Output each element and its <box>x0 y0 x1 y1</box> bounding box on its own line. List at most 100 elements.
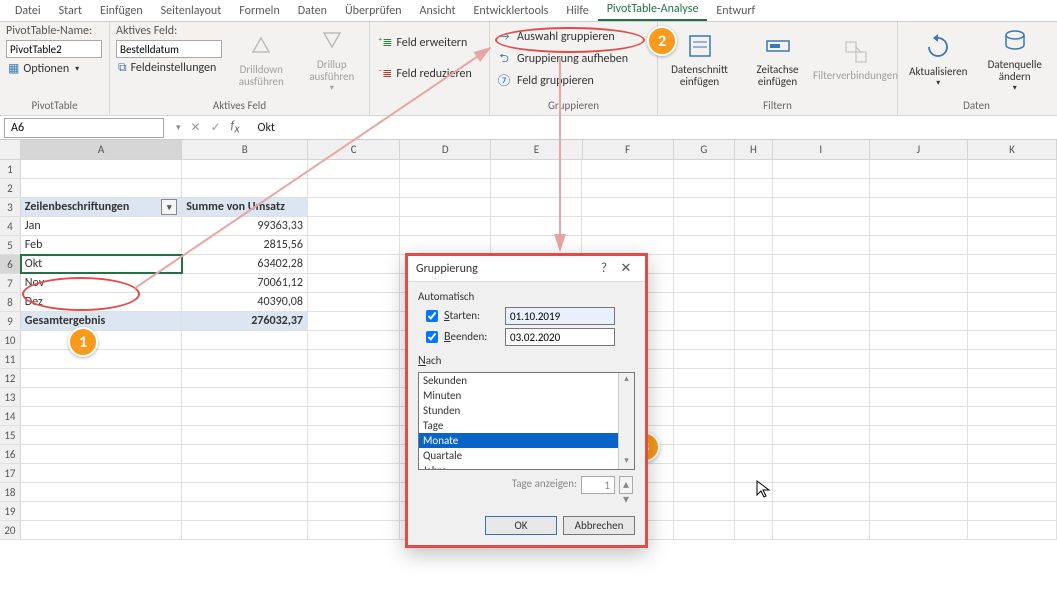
cell[interactable] <box>308 331 400 349</box>
cell[interactable] <box>400 217 491 235</box>
cell[interactable] <box>870 445 968 463</box>
row-header[interactable]: 7 <box>0 274 21 292</box>
cell[interactable] <box>968 464 1057 482</box>
cell[interactable] <box>308 198 400 216</box>
cell[interactable] <box>968 350 1057 368</box>
cell[interactable] <box>491 160 582 178</box>
cell[interactable] <box>674 293 735 311</box>
cell[interactable] <box>735 198 773 216</box>
cell[interactable] <box>674 426 735 444</box>
col-header-G[interactable]: G <box>674 140 735 159</box>
cell[interactable]: 40390,08 <box>182 293 308 311</box>
tab-formeln[interactable]: Formeln <box>230 1 288 21</box>
cell[interactable] <box>21 483 182 501</box>
insert-timeline-button[interactable]: Zeitachse einfügen <box>743 24 813 94</box>
cell[interactable] <box>674 198 735 216</box>
cell[interactable] <box>870 236 968 254</box>
cell[interactable] <box>308 236 400 254</box>
cell[interactable] <box>308 350 400 368</box>
col-header-H[interactable]: H <box>735 140 773 159</box>
cell[interactable] <box>773 312 870 330</box>
cell[interactable] <box>968 179 1057 197</box>
start-checkbox[interactable] <box>426 310 438 322</box>
unit-option[interactable]: Sekunden <box>419 373 634 388</box>
cell[interactable] <box>968 217 1057 235</box>
cell[interactable] <box>968 445 1057 463</box>
cell[interactable] <box>182 521 308 539</box>
cell[interactable]: 70061,12 <box>182 274 308 292</box>
pt-name-input[interactable] <box>6 40 102 58</box>
cell[interactable] <box>773 502 870 520</box>
row-header[interactable]: 3 <box>0 198 21 216</box>
cell[interactable] <box>21 502 182 520</box>
cell[interactable] <box>735 255 773 273</box>
enter-formula-icon[interactable]: ✓ <box>211 120 221 135</box>
cell[interactable] <box>491 198 582 216</box>
unit-option[interactable]: Minuten <box>419 388 634 403</box>
tab-einfuegen[interactable]: Einfügen <box>91 1 152 21</box>
cell[interactable] <box>182 502 308 520</box>
cell[interactable] <box>870 502 968 520</box>
cell[interactable] <box>773 274 870 292</box>
cell[interactable] <box>674 179 735 197</box>
row-header[interactable]: 14 <box>0 407 21 425</box>
row-header[interactable]: 4 <box>0 217 21 235</box>
cell[interactable] <box>735 160 773 178</box>
cell[interactable] <box>773 179 870 197</box>
cell[interactable] <box>674 160 735 178</box>
tab-daten[interactable]: Daten <box>289 1 336 21</box>
row-header[interactable]: 18 <box>0 483 21 501</box>
cell[interactable]: Summe von Umsatz <box>182 198 308 216</box>
cell[interactable] <box>21 331 182 349</box>
cell[interactable]: 2815,56 <box>182 236 308 254</box>
cell[interactable] <box>870 464 968 482</box>
cell[interactable] <box>773 407 870 425</box>
cell[interactable] <box>308 502 400 520</box>
cell[interactable] <box>582 160 673 178</box>
col-header-F[interactable]: F <box>583 140 674 159</box>
cancel-button[interactable]: Abbrechen <box>563 516 635 535</box>
units-listbox[interactable]: SekundenMinutenStundenTageMonateQuartale… <box>418 372 635 470</box>
cell[interactable] <box>735 350 773 368</box>
cell[interactable] <box>674 236 735 254</box>
cell[interactable] <box>968 426 1057 444</box>
cell[interactable] <box>182 464 308 482</box>
cell[interactable] <box>21 160 182 178</box>
cell[interactable] <box>182 160 308 178</box>
fx-icon[interactable]: fx <box>231 119 240 136</box>
row-header[interactable]: 2 <box>0 179 21 197</box>
cell[interactable] <box>308 255 400 273</box>
ok-button[interactable]: OK <box>485 516 557 535</box>
row-header[interactable]: 17 <box>0 464 21 482</box>
col-header-E[interactable]: E <box>491 140 582 159</box>
cell[interactable] <box>21 426 182 444</box>
cell[interactable] <box>182 483 308 501</box>
formula-value[interactable]: Okt <box>248 121 275 135</box>
cell[interactable]: Zeilenbeschriftungen▾ <box>21 198 182 216</box>
refresh-button[interactable]: Aktualisieren▾ <box>904 24 973 94</box>
unit-option[interactable]: Quartale <box>419 448 634 463</box>
cell[interactable] <box>182 331 308 349</box>
cell[interactable] <box>182 369 308 387</box>
cell[interactable] <box>968 521 1057 539</box>
cell[interactable] <box>308 388 400 406</box>
row-header[interactable]: 12 <box>0 369 21 387</box>
cell[interactable] <box>491 236 582 254</box>
cell[interactable] <box>582 198 673 216</box>
tab-pivottable-analyse[interactable]: PivotTable-Analyse <box>598 0 708 21</box>
cell[interactable] <box>182 350 308 368</box>
tab-datei[interactable]: Datei <box>6 1 50 21</box>
expand-field-button[interactable]: ⁺≣Feld erweitern <box>376 34 474 51</box>
col-header-K[interactable]: K <box>968 140 1057 159</box>
cell[interactable] <box>674 407 735 425</box>
dialog-close-button[interactable]: ✕ <box>615 261 637 276</box>
cell[interactable] <box>773 198 870 216</box>
cell[interactable] <box>308 312 400 330</box>
col-header-B[interactable]: B <box>182 140 308 159</box>
group-field-button[interactable]: ⑦Feld gruppieren <box>496 72 628 90</box>
cell[interactable] <box>968 236 1057 254</box>
tab-ueberpruefen[interactable]: Überprüfen <box>336 1 411 21</box>
cell[interactable] <box>21 445 182 463</box>
cell[interactable] <box>674 483 735 501</box>
cell[interactable] <box>582 217 673 235</box>
